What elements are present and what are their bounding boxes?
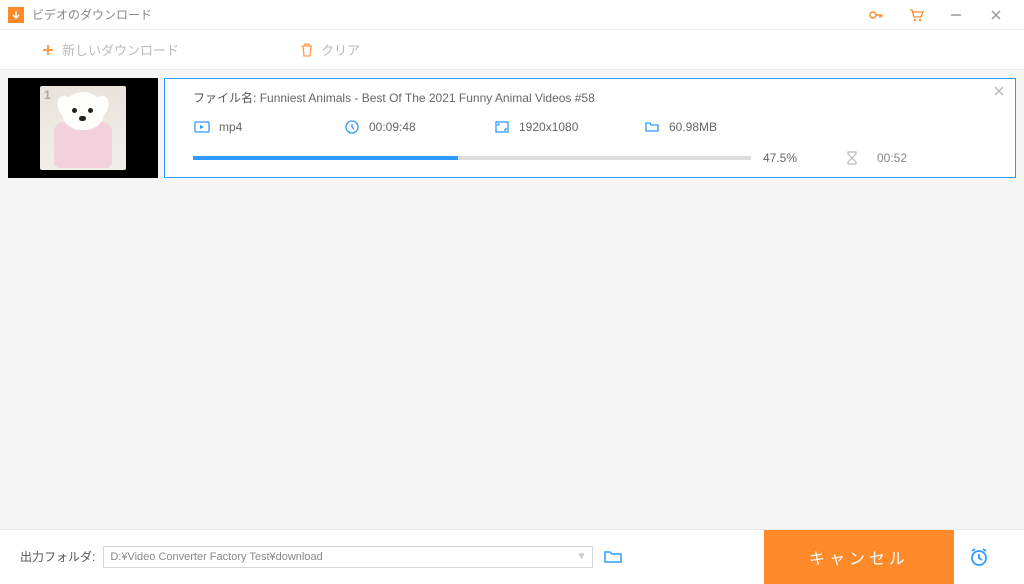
filename-label: ファイル名: (193, 91, 256, 105)
cancel-button[interactable]: キャンセル (764, 530, 954, 584)
progress-fill (193, 156, 458, 160)
output-folder-value: D:¥Video Converter Factory Test¥download (110, 551, 322, 563)
meta-resolution: 1920x1080 (493, 118, 643, 136)
cart-button[interactable] (896, 0, 936, 30)
progress-bar (193, 156, 751, 160)
app-logo-icon (8, 7, 24, 23)
bottombar: 出力フォルダ: D:¥Video Converter Factory Test¥… (0, 529, 1024, 583)
clock-icon (343, 118, 361, 136)
titlebar: ビデオのダウンロード (0, 0, 1024, 30)
trash-icon (299, 42, 315, 58)
item-index: 1 (44, 88, 51, 102)
folder-size-icon (643, 118, 661, 136)
download-card: ファイル名: Funniest Animals - Best Of The 20… (164, 78, 1016, 178)
close-button[interactable] (976, 0, 1016, 30)
remove-item-button[interactable] (993, 85, 1005, 97)
alarm-button[interactable] (954, 546, 1004, 568)
video-format-icon (193, 118, 211, 136)
cancel-label: キャンセル (809, 545, 909, 569)
format-value: mp4 (219, 120, 242, 134)
meta-format: mp4 (193, 118, 343, 136)
window-title: ビデオのダウンロード (32, 6, 152, 23)
browse-folder-button[interactable] (603, 549, 623, 565)
clear-button[interactable]: クリア (299, 40, 360, 59)
minimize-button[interactable] (936, 0, 976, 30)
meta-size: 60.98MB (643, 118, 793, 136)
chevron-down-icon: ▼ (576, 551, 586, 562)
output-folder-field[interactable]: D:¥Video Converter Factory Test¥download… (103, 546, 593, 568)
new-download-button[interactable]: 新しいダウンロード (40, 40, 179, 59)
size-value: 60.98MB (669, 120, 717, 134)
new-download-label: 新しいダウンロード (62, 40, 179, 59)
resolution-icon (493, 118, 511, 136)
progress-row: 47.5% 00:52 (193, 150, 987, 166)
toolbar: 新しいダウンロード クリア (0, 30, 1024, 70)
download-list: 1 ファイル名: Funniest Animals - Best Of The … (0, 70, 1024, 529)
resolution-value: 1920x1080 (519, 120, 578, 134)
duration-value: 00:09:48 (369, 120, 416, 134)
eta-value: 00:52 (877, 151, 907, 165)
meta-row: mp4 00:09:48 1920x1080 (193, 118, 987, 136)
hourglass-icon (845, 150, 859, 166)
output-folder-label: 出力フォルダ: (20, 548, 95, 565)
filename-value: Funniest Animals - Best Of The 2021 Funn… (260, 91, 595, 105)
plus-icon (40, 42, 56, 58)
clear-label: クリア (321, 40, 360, 59)
key-button[interactable] (856, 0, 896, 30)
progress-percent: 47.5% (763, 151, 813, 165)
meta-duration: 00:09:48 (343, 118, 493, 136)
thumbnail: 1 (8, 78, 158, 178)
download-item: 1 ファイル名: Funniest Animals - Best Of The … (8, 78, 1016, 178)
filename-row: ファイル名: Funniest Animals - Best Of The 20… (193, 89, 987, 106)
